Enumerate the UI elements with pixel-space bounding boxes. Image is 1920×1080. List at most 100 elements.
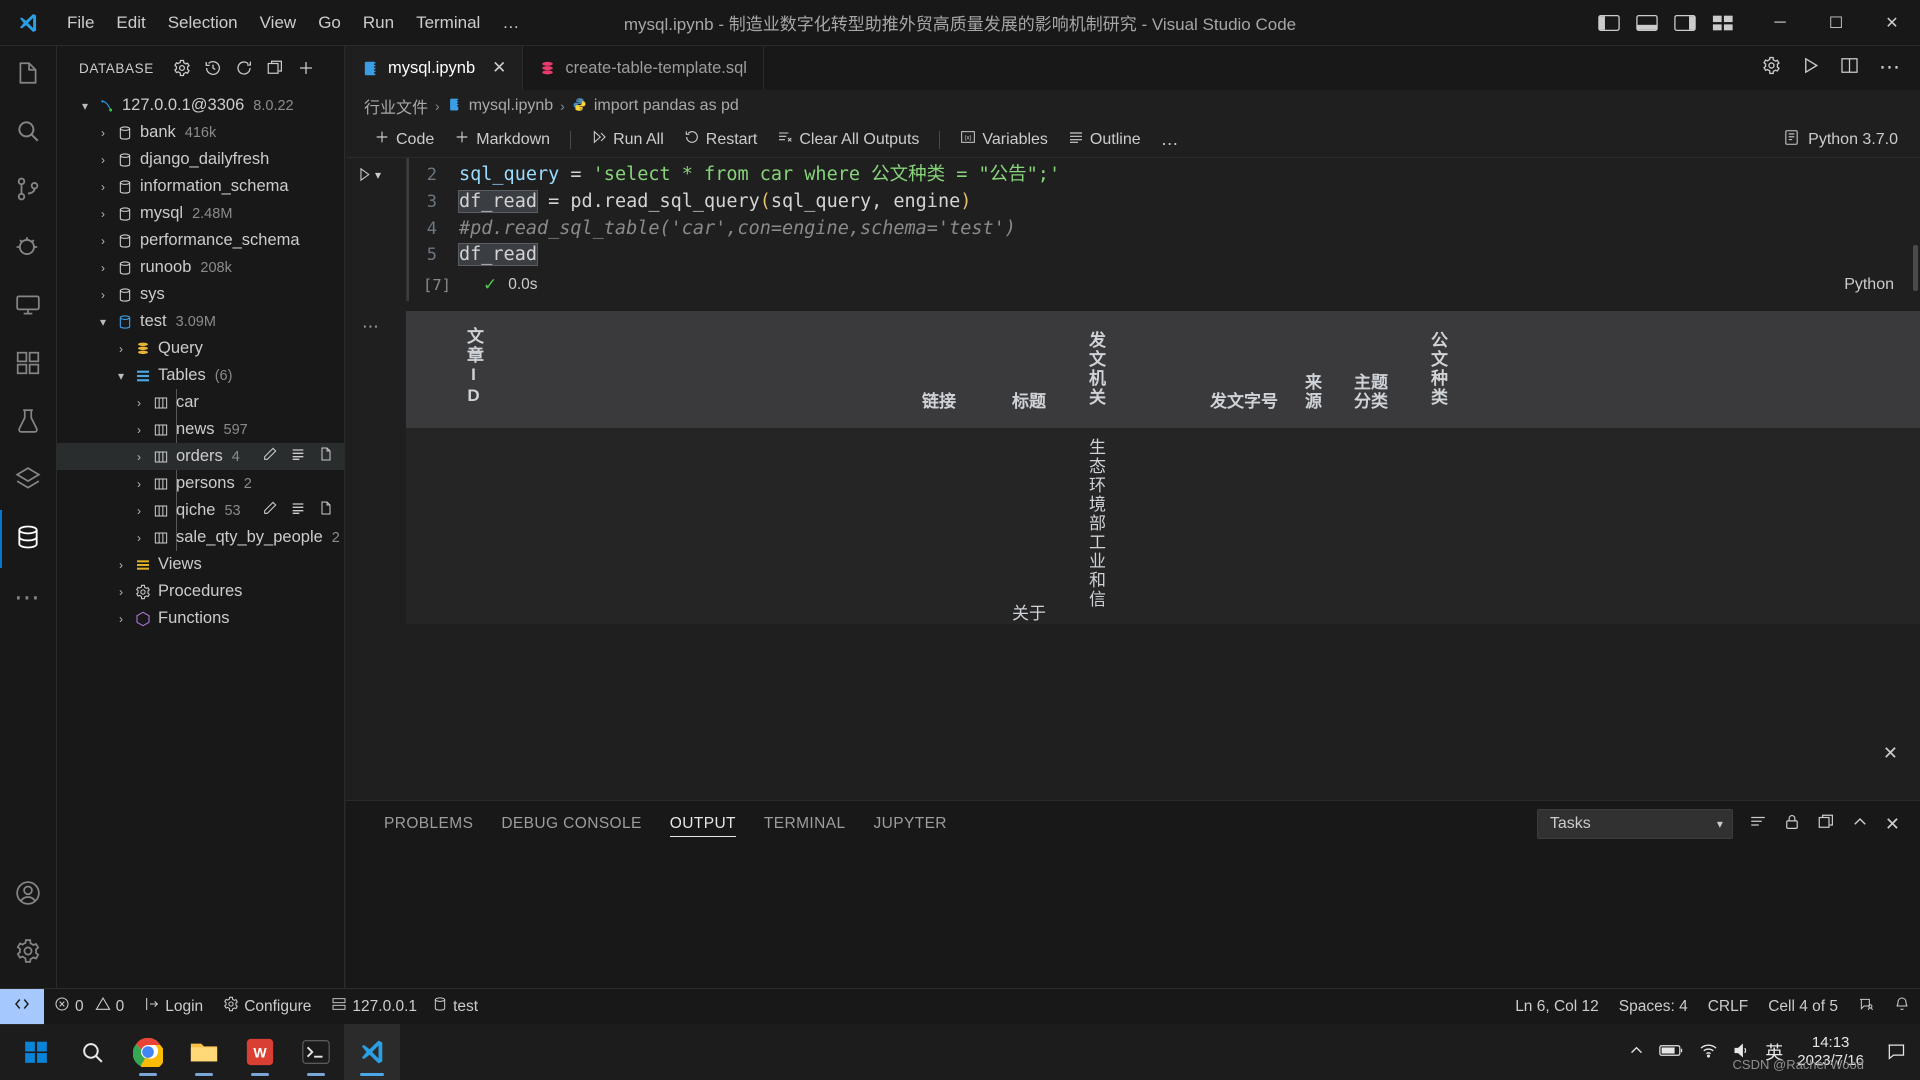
menu-file[interactable]: File xyxy=(56,9,105,37)
sidebar-refresh-icon[interactable] xyxy=(234,58,254,78)
maximize-button[interactable]: ☐ xyxy=(1808,0,1864,46)
kernel-selector[interactable]: Python 3.7.0 xyxy=(1783,129,1920,151)
editor-more-icon[interactable]: ⋯ xyxy=(1879,57,1900,78)
chevron-right-icon[interactable]: › xyxy=(129,423,149,437)
activitybar-extensions[interactable] xyxy=(0,336,57,394)
sidebar-new-window-icon[interactable] xyxy=(265,58,285,78)
sidebar-gear-icon[interactable] xyxy=(172,58,192,78)
activitybar-search[interactable] xyxy=(0,104,57,162)
dataframe-output[interactable]: 文章ID 链接 标题 发文机关 发文字号 来源 主题分类 公文种类 关于 生态环… xyxy=(406,311,1920,625)
chevron-right-icon[interactable]: › xyxy=(129,396,149,410)
code-line-5[interactable]: 5 df_read xyxy=(407,242,1920,269)
code-editor[interactable]: 2 sql_query = 'select * from car where 公文… xyxy=(406,158,1920,302)
wifi-icon[interactable] xyxy=(1699,1041,1718,1063)
code-line-4[interactable]: 4 #pd.read_sql_table('car',con=engine,sch… xyxy=(407,216,1920,243)
tab-output[interactable]: OUTPUT xyxy=(656,801,750,847)
chevron-down-icon[interactable]: ▾ xyxy=(111,369,131,383)
clear-all-outputs-button[interactable]: Clear All Outputs xyxy=(767,126,929,153)
table-row-qiche[interactable]: › qiche 53 xyxy=(57,497,344,524)
close-panel-icon[interactable]: ✕ xyxy=(1885,814,1900,835)
add-markdown-cell-button[interactable]: Markdown xyxy=(444,126,560,153)
tree-db-mysql[interactable]: › mysql 2.48M xyxy=(57,200,344,227)
notebook-settings-gear-icon[interactable] xyxy=(1762,56,1781,80)
status-eol[interactable]: CRLF xyxy=(1698,989,1758,1025)
tree-query-group[interactable]: › Query xyxy=(57,335,344,362)
output-channel-select[interactable]: Tasks ▾ xyxy=(1536,809,1733,839)
tab-mysql-ipynb[interactable]: mysql.ipynb ✕ xyxy=(346,46,524,90)
activitybar-remote-explorer[interactable] xyxy=(0,278,57,336)
chevron-up-icon[interactable] xyxy=(1851,813,1869,836)
menu-view[interactable]: View xyxy=(249,9,308,37)
run-cell-button[interactable]: ▾ xyxy=(356,166,381,183)
status-notifications[interactable] xyxy=(1884,989,1920,1025)
toggle-secondary-sidebar-icon[interactable] xyxy=(1674,14,1696,32)
activitybar-database[interactable] xyxy=(0,510,57,568)
edit-table-icon[interactable] xyxy=(262,500,278,521)
tree-db-information-schema[interactable]: › information_schema xyxy=(57,173,344,200)
table-row-sale-qty-by-people[interactable]: › sale_qty_by_people 2 xyxy=(57,524,344,551)
activitybar-settings[interactable] xyxy=(0,924,57,982)
status-feedback[interactable] xyxy=(1848,989,1884,1025)
menu-more[interactable]: … xyxy=(491,9,530,37)
chevron-right-icon[interactable]: › xyxy=(93,234,113,248)
output-more-icon[interactable]: ⋯ xyxy=(362,317,381,337)
activitybar-explorer[interactable] xyxy=(0,46,57,104)
status-cell-index[interactable]: Cell 4 of 5 xyxy=(1758,989,1848,1025)
breadcrumb-symbol-label[interactable]: import pandas as pd xyxy=(594,97,739,115)
chevron-right-icon[interactable]: › xyxy=(93,288,113,302)
clear-output-icon[interactable] xyxy=(1749,813,1767,836)
menu-terminal[interactable]: Terminal xyxy=(405,9,491,37)
menu-edit[interactable]: Edit xyxy=(105,9,156,37)
activitybar-run-debug[interactable] xyxy=(0,220,57,278)
chrome-app[interactable] xyxy=(120,1024,176,1080)
chevron-down-icon[interactable]: ▾ xyxy=(93,315,113,329)
chevron-right-icon[interactable]: › xyxy=(129,531,149,545)
new-query-icon[interactable] xyxy=(318,500,334,521)
lock-icon[interactable] xyxy=(1783,813,1801,836)
chevron-right-icon[interactable]: › xyxy=(111,342,131,356)
file-explorer-app[interactable] xyxy=(176,1024,232,1080)
activitybar-source-control[interactable] xyxy=(0,162,57,220)
add-code-cell-button[interactable]: Code xyxy=(364,126,444,153)
code-line-2[interactable]: 2 sql_query = 'select * from car where 公文… xyxy=(407,162,1920,189)
tree-db-sys[interactable]: › sys xyxy=(57,281,344,308)
tab-create-table-template-sql[interactable]: create-table-template.sql xyxy=(523,46,764,90)
tree-db-performance-schema[interactable]: › performance_schema xyxy=(57,227,344,254)
tree-connection[interactable]: ▾ 127.0.0.1@3306 8.0.22 xyxy=(57,92,344,119)
tree-db-test[interactable]: ▾ test 3.09M xyxy=(57,308,344,335)
tab-terminal[interactable]: TERMINAL xyxy=(750,801,860,847)
run-all-button[interactable]: Run All xyxy=(581,126,674,153)
status-login[interactable]: Login xyxy=(134,989,213,1025)
chevron-right-icon[interactable]: › xyxy=(93,261,113,275)
menu-run[interactable]: Run xyxy=(352,9,405,37)
activitybar-accounts[interactable] xyxy=(0,866,57,924)
chevron-right-icon[interactable]: › xyxy=(93,207,113,221)
chevron-down-icon[interactable]: ▾ xyxy=(75,99,95,113)
start-button[interactable] xyxy=(8,1024,64,1080)
tab-jupyter[interactable]: JUPYTER xyxy=(859,801,960,847)
battery-icon[interactable] xyxy=(1659,1043,1685,1061)
table-row-news[interactable]: › news 597 xyxy=(57,416,344,443)
tree-db-django-dailyfresh[interactable]: › django_dailyfresh xyxy=(57,146,344,173)
outline-button[interactable]: Outline xyxy=(1058,126,1151,153)
activitybar-more[interactable]: ⋯ xyxy=(0,568,57,626)
table-row-orders[interactable]: › orders 4 xyxy=(57,443,344,470)
menu-go[interactable]: Go xyxy=(307,9,352,37)
tab-problems[interactable]: PROBLEMS xyxy=(370,801,487,847)
toggle-panel-icon[interactable] xyxy=(1636,14,1658,32)
chevron-down-icon[interactable]: ▾ xyxy=(375,168,381,182)
edit-table-icon[interactable] xyxy=(262,446,278,467)
status-indentation[interactable]: Spaces: 4 xyxy=(1609,989,1698,1025)
split-editor-icon[interactable] xyxy=(1840,56,1859,80)
tree-procedures-group[interactable]: › Procedures xyxy=(57,578,344,605)
chevron-right-icon[interactable]: › xyxy=(93,153,113,167)
select-rows-icon[interactable] xyxy=(290,500,306,521)
close-button[interactable]: ✕ xyxy=(1864,0,1920,46)
new-terminal-icon[interactable] xyxy=(1817,813,1835,836)
chevron-right-icon[interactable]: › xyxy=(129,450,149,464)
tab-close-icon[interactable]: ✕ xyxy=(492,58,506,78)
cell-language[interactable]: Python xyxy=(1844,276,1920,294)
editor-scrollbar[interactable] xyxy=(1913,245,1918,292)
status-host[interactable]: 127.0.0.1 test xyxy=(321,989,488,1025)
chevron-right-icon[interactable]: › xyxy=(111,585,131,599)
